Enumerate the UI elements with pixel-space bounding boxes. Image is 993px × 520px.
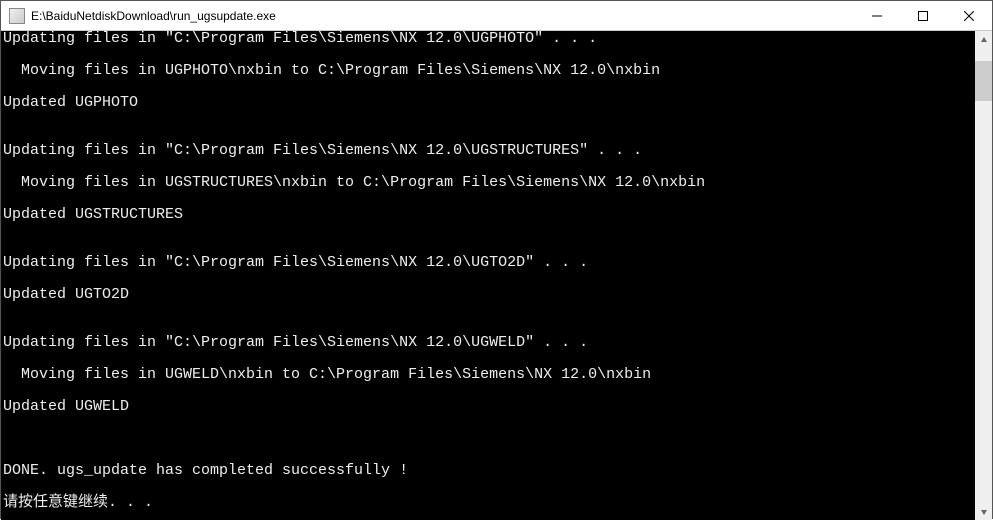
console-line: [3, 351, 975, 367]
minimize-button[interactable]: [854, 1, 900, 31]
console-line: [3, 239, 975, 255]
console-line: Moving files in UGWELD\nxbin to C:\Progr…: [3, 367, 975, 383]
console-line: [3, 223, 975, 239]
console-output[interactable]: Updating files in "C:\Program Files\Siem…: [1, 31, 975, 520]
console-line: [3, 479, 975, 495]
app-icon: [9, 8, 25, 24]
console-line: [3, 303, 975, 319]
scroll-up-arrow-icon[interactable]: [975, 31, 992, 48]
console-line: [3, 159, 975, 175]
window-title: E:\BaiduNetdiskDownload\run_ugsupdate.ex…: [31, 9, 854, 23]
console-line: DONE. ugs_update has completed successfu…: [3, 463, 975, 479]
console-line: [3, 447, 975, 463]
console-line: [3, 431, 975, 447]
console-line: Moving files in UGSTRUCTURES\nxbin to C:…: [3, 175, 975, 191]
console-line: Updated UGWELD: [3, 399, 975, 415]
titlebar[interactable]: E:\BaiduNetdiskDownload\run_ugsupdate.ex…: [1, 1, 992, 31]
console-line: Updated UGPHOTO: [3, 95, 975, 111]
console-line: [3, 111, 975, 127]
console-line: [3, 127, 975, 143]
console-line: [3, 47, 975, 63]
console-line: 请按任意键继续. . .: [3, 495, 975, 511]
scrollbar-thumb[interactable]: [975, 61, 992, 101]
console-line: Updating files in "C:\Program Files\Siem…: [3, 335, 975, 351]
console-line: [3, 415, 975, 431]
console-line: Updating files in "C:\Program Files\Siem…: [3, 255, 975, 271]
console-line: [3, 383, 975, 399]
close-button[interactable]: [946, 1, 992, 31]
maximize-button[interactable]: [900, 1, 946, 31]
vertical-scrollbar[interactable]: [975, 31, 992, 520]
console-line: [3, 79, 975, 95]
console-area: Updating files in "C:\Program Files\Siem…: [1, 31, 992, 520]
console-line: Updating files in "C:\Program Files\Siem…: [3, 31, 975, 47]
console-line: Moving files in UGPHOTO\nxbin to C:\Prog…: [3, 63, 975, 79]
console-line: [3, 271, 975, 287]
console-line: Updated UGSTRUCTURES: [3, 207, 975, 223]
console-line: Updated UGTO2D: [3, 287, 975, 303]
console-line: [3, 191, 975, 207]
console-line: Updating files in "C:\Program Files\Siem…: [3, 143, 975, 159]
console-line: [3, 319, 975, 335]
scroll-down-arrow-icon[interactable]: [975, 503, 992, 520]
